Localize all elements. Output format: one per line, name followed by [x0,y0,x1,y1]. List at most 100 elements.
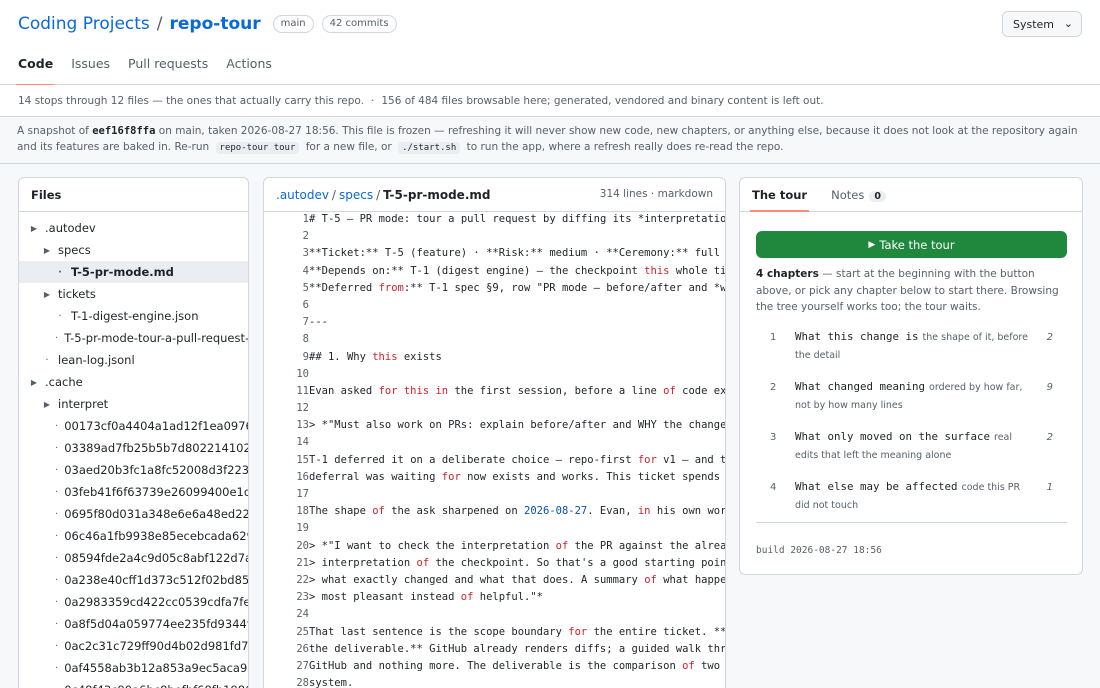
tree-file[interactable]: · 0695f80d031a348e6e6a48ed22e1 [19,503,248,525]
notice-text: A snapshot of [17,125,93,137]
chapter-title: What only moved on the surface [795,430,991,443]
take-tour-button[interactable]: ▶ Take the tour [756,231,1067,258]
line-number: 2 [302,230,309,243]
breadcrumb-autodev[interactable]: .autodev [276,188,329,202]
line-number: 18 [296,505,309,518]
tree-folder[interactable]: ▶ tickets [19,283,248,305]
tree-folder[interactable]: ▶ .autodev [19,217,248,239]
file-dot-icon: · [45,354,49,366]
tab-issues[interactable]: Issues [71,50,110,85]
line-text: > *"Must also work on PRs: explain befor… [309,419,725,432]
chapter-number: 3 [770,432,777,443]
tree-file[interactable]: · 0af4558ab3b12a853a9ec5aca9996 [19,657,248,679]
tree-file[interactable]: · 03389ad7fb25b5b7d802214102dd [19,437,248,459]
theme-select[interactable]: System ⌄ [1002,11,1082,37]
line-number: 25 [296,625,309,638]
file-dot-icon: · [55,530,59,542]
notice-text: to run the app, where a refresh really d… [463,140,784,153]
divider [756,522,1067,523]
tree-folder[interactable]: ▶ interpret [19,393,248,415]
code-line: 4 **Depends on:** T-1 (digest engine) — t… [264,265,725,282]
viewer-header: .autodev / specs / T-5-pr-mode.md 314 lines … [264,178,725,212]
tree-file[interactable]: · 03feb41f6f63739e26099400e1d6f [19,481,248,503]
command-tour: repo-tour tour [215,141,300,154]
chapter-stop-count: 2 [1046,332,1053,343]
chapter-list: 1 What this change is the shape of it, bef… [756,328,1069,528]
breadcrumb-separator: / [331,188,336,202]
tree-file[interactable]: · T-1-digest-engine.json [19,305,248,327]
tree-file[interactable]: · T-5-pr-mode-tour-a-pull-request-by [19,327,248,349]
tree-file[interactable]: · 0a2983359cd422cc0539cdfa7fef67 [19,591,248,613]
code-line: 8 [264,333,725,350]
stats-browsable: 156 of 484 files browsable here; generat… [381,95,824,107]
tab-pull-requests[interactable]: Pull requests [128,50,208,85]
files-panel: Files ▶ .autodev ▶ specs · T-5-pr-mode.md ▶ tic… [18,177,249,688]
tab-code[interactable]: Code [15,50,56,86]
play-icon: ▶ [868,239,876,250]
chapter-item[interactable]: 3 What only moved on the surface real edit… [756,428,1069,478]
chapter-stop-count: 1 [1046,482,1053,493]
line-number: 27 [296,659,309,672]
tree-file[interactable]: · 06c46a1fb9938e85ecebcada62936 [19,525,248,547]
code-line: 13 > *"Must also work on PRs: explain bef… [264,419,725,436]
tab-the-tour-label: The tour [752,188,808,202]
chapter-item[interactable]: 4 What else may be affected code this PR d… [756,478,1069,528]
chapter-item[interactable]: 2 What changed meaning ordered by how far,… [756,378,1069,428]
tree-folder[interactable]: ▶ .cache [19,371,248,393]
tree-item-label: 00173cf0a4404a1ad12f1ea09760b [64,419,249,433]
code-line: 11 Evan asked for this in the first sessi… [264,385,725,402]
tree-file[interactable]: · 0a238e40cff1d373c512f02bd85f45 [19,569,248,591]
line-text: the deliverable.** GitHub already render… [309,642,725,655]
line-text: > most pleasant instead of helpful."* [309,591,543,604]
tree-file[interactable]: · 0a8f5d04a059774ee235fd9344f66 [19,613,248,635]
file-dot-icon: · [55,574,59,586]
chapter-item[interactable]: 1 What this change is the shape of it, bef… [756,328,1069,378]
code-line: 2 [264,230,725,247]
repo-tabs: Code Issues Pull requests Actions [0,50,273,86]
tree-item-label: lean-log.jsonl [58,353,135,367]
tree-item-label: 03389ad7fb25b5b7d802214102dd [64,441,249,455]
stats-separator: · [370,95,375,107]
line-text: # T-5 — PR mode: tour a pull request by … [309,213,725,225]
tab-actions[interactable]: Actions [226,50,272,85]
caret-right-icon: ▶ [43,289,51,299]
repo-link[interactable]: repo-tour [170,14,261,34]
breadcrumb-specs[interactable]: specs [339,188,373,202]
tree-file[interactable]: · 0c48f43c90a6bc8befbf68fb198697 [19,679,248,688]
tree-file[interactable]: · 00173cf0a4404a1ad12f1ea09760b [19,415,248,437]
line-number: 19 [296,522,309,535]
tree-item-label: T-1-digest-engine.json [71,309,199,323]
tree-folder[interactable]: ▶ specs [19,239,248,261]
build-info: build 2026-08-27 18:56 [756,545,882,556]
tree-file[interactable]: · 03aed20b3fc1a8fc52008d3f223eb [19,459,248,481]
line-number: 22 [296,573,309,586]
line-number: 12 [296,402,309,415]
code-line: 6 [264,299,725,316]
chapter-number: 4 [770,482,777,493]
file-dot-icon: · [55,596,59,608]
tree-file[interactable]: · 0ac2c31c729ff90d4b02d981fd7fb4 [19,635,248,657]
tree-file[interactable]: · 08594fde2a4c9d05c8abf122d7a7e [19,547,248,569]
tree-item-label: 0a238e40cff1d373c512f02bd85f45 [64,573,249,587]
code-line: 19 [264,522,725,539]
stats-stops: 14 stops through 12 files — the ones tha… [18,95,364,107]
breadcrumb-separator: / [376,188,381,202]
chapter-number: 2 [770,382,777,393]
file-dot-icon: · [58,310,62,322]
tree-item-label: specs [58,243,91,257]
tree-file[interactable]: · T-5-pr-mode.md [19,261,248,283]
caret-right-icon: ▶ [30,377,38,387]
owner-link[interactable]: Coding Projects [18,14,150,34]
tab-notes[interactable]: Notes 0 [831,178,886,211]
tree-file[interactable]: · lean-log.jsonl [19,349,248,371]
tree-item-label: 08594fde2a4c9d05c8abf122d7a7e [64,551,249,565]
code-line: 5 **Deferred from:** T-1 spec §9, row "PR… [264,282,725,299]
code-line: 28 system. [264,677,725,688]
repo-header: Coding Projects / repo-tour main 42 comm… [0,0,1100,86]
line-text: **Deferred from:** T-1 spec §9, row "PR … [309,281,725,294]
file-dot-icon: · [55,332,59,344]
line-number: 6 [302,298,309,311]
line-number: 5 [302,281,309,294]
tab-the-tour[interactable]: The tour [749,178,810,212]
chapter-stop-count: 9 [1046,382,1053,393]
